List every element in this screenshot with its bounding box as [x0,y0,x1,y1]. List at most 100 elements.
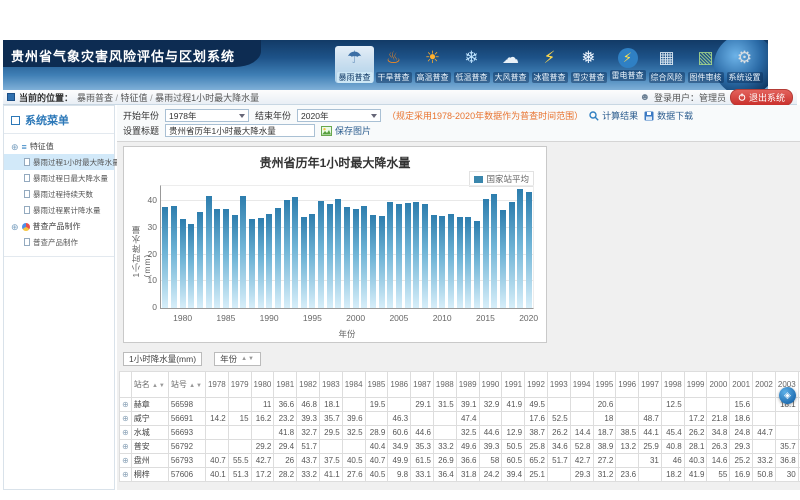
bar-2013 [465,217,471,308]
sidebar-item-label: 暴雨过程累计降水量 [33,205,101,216]
file-icon [24,238,30,246]
end-year-select[interactable]: 2020年 [297,109,381,122]
bar-slot [377,216,386,308]
value-type-select[interactable]: 1小时降水量(mm) [123,352,202,366]
row-expand-icon[interactable]: ⊕ [120,412,132,426]
nav-item-11[interactable]: ⚙系统设置 [725,46,764,83]
nav-item-label: 图件审核 [688,72,724,83]
breadcrumb-item[interactable]: 暴雨普查 [77,93,113,103]
value-cell: 12.9 [502,426,525,440]
station-id-header[interactable]: 站号 ▲▼ [168,372,205,398]
value-cell: 25.2 [730,454,753,468]
bar-slot [490,194,499,308]
value-cell [433,426,456,440]
expand-icon[interactable]: ⊕ [11,143,19,151]
sort-year-control[interactable]: 年份 ▲▼ [214,352,261,366]
row-expand-icon[interactable]: ⊕ [120,426,132,440]
value-cell: 24.2 [479,468,502,482]
bar-1985 [223,209,229,308]
nav-item-8[interactable]: ⚡雷电普查 [608,46,647,83]
value-cell: 32.9 [479,398,502,412]
nav-item-4[interactable]: ❄低温普查 [452,46,491,83]
nav-item-label: 雷电普查 [610,70,646,81]
y-tick-label: 20 [137,249,157,259]
nav-item-2[interactable]: ♨干旱普查 [374,46,413,83]
floating-badge[interactable]: ◈ [779,387,796,404]
value-cell: 30 [775,468,798,482]
data-download-button[interactable]: 数据下载 [644,109,693,122]
nav-item-9[interactable]: ▦综合风险 [647,46,686,83]
bar-slot [343,207,352,308]
value-cell [502,412,525,426]
breadcrumb-bar: 当前的位置： 暴雨普查 / 特征值 / 暴雨过程1小时最大降水量 ☻ 登录用户：… [3,90,797,105]
app-logo: 贵州省气象灾害风险评估与区划系统 [3,40,261,67]
bar-2016 [491,194,497,308]
nav-item-3[interactable]: ☀高温普查 [413,46,452,83]
value-cell: 51.3 [228,468,251,482]
map-review-icon: ▧ [697,46,713,70]
nav-item-label: 大风普查 [493,72,529,83]
logout-button[interactable]: 退出系统 [730,89,793,106]
bar-2018 [509,202,515,308]
value-cell: 26.2 [547,426,570,440]
sidebar-item[interactable]: 暴雨过程日最大降水量 [4,170,114,186]
value-cell [479,412,502,426]
value-cell: 25.8 [525,440,548,454]
sidebar-group-1[interactable]: ⊕≡特征值 [4,138,114,154]
breadcrumb-separator: / [148,93,156,103]
value-cell: 17.6 [525,412,548,426]
row-expand-icon[interactable]: ⊕ [120,398,132,412]
sidebar-item[interactable]: 暴雨过程累计降水量 [4,202,114,218]
value-cell: 26 [274,454,297,468]
value-cell: 12.5 [661,398,684,412]
power-icon [738,93,746,101]
nav-item-10[interactable]: ▧ 图件审核 [686,46,725,83]
value-cell [365,412,388,426]
file-icon [24,206,30,214]
station-name-header[interactable]: 站名 ▲▼ [131,372,168,398]
save-image-button[interactable]: 保存图片 [321,124,371,137]
value-cell [639,468,662,482]
sidebar-item[interactable]: 暴雨过程持续天数 [4,186,114,202]
sidebar-item[interactable]: 暴雨过程1小时最大降水量 [4,154,114,170]
nav-item-5[interactable]: ☁大风普查 [491,46,530,83]
value-cell [388,398,411,412]
station-id-cell: 56693 [168,426,205,440]
value-cell: 40.4 [365,440,388,454]
value-cell: 28.1 [684,440,707,454]
value-cell [319,440,342,454]
nav-item-7[interactable]: ❅雪灾普查 [569,46,608,83]
sidebar: 系统菜单 ⊕≡特征值暴雨过程1小时最大降水量暴雨过程日最大降水量暴雨过程持续天数… [3,105,115,490]
value-cell: 48.7 [639,412,662,426]
nav-item-6[interactable]: ⚡冰雹普查 [530,46,569,83]
value-cell: 35.7 [775,440,798,454]
expand-icon[interactable]: ⊕ [11,223,19,231]
row-expand-icon[interactable]: ⊕ [120,440,132,454]
station-id-cell: 56691 [168,412,205,426]
bar-slot [464,217,473,308]
nav-item-label: 高温普查 [415,72,451,83]
sidebar-group-2[interactable]: ⊕普查产品制作 [4,218,114,234]
chart-title-input[interactable] [165,124,315,137]
value-cell: 32.5 [456,426,479,440]
bar-2007 [413,202,419,308]
breadcrumb-item[interactable]: 暴雨过程1小时最大降水量 [155,93,259,103]
value-cell: 55.5 [228,454,251,468]
value-cell [707,398,730,412]
bar-2012 [457,217,463,308]
bar-slot [386,202,395,308]
table-row: ⊕普安5679229.229.451.740.434.935.333.249.6… [120,440,800,454]
value-cell: 14.4 [570,426,593,440]
calc-result-button[interactable]: 计算结果 [589,109,638,122]
row-expand-icon[interactable]: ⊕ [120,468,132,482]
row-expand-icon[interactable]: ⊕ [120,454,132,468]
value-cell: 44.1 [639,426,662,440]
start-year-select[interactable]: 1978年 [165,109,249,122]
main-panel: 开始年份 1978年 结束年份 2020年 （规定采用1978-2020年数据作… [117,105,800,490]
app-title: 贵州省气象灾害风险评估与区划系统 [11,49,235,64]
breadcrumb-item[interactable]: 特征值 [121,93,148,103]
value-cell: 25.1 [525,468,548,482]
sidebar-item[interactable]: 普查产品制作 [4,234,114,250]
nav-item-1[interactable]: ☂暴雨普查 [335,46,374,83]
year-column-header: 1986 [388,372,411,398]
